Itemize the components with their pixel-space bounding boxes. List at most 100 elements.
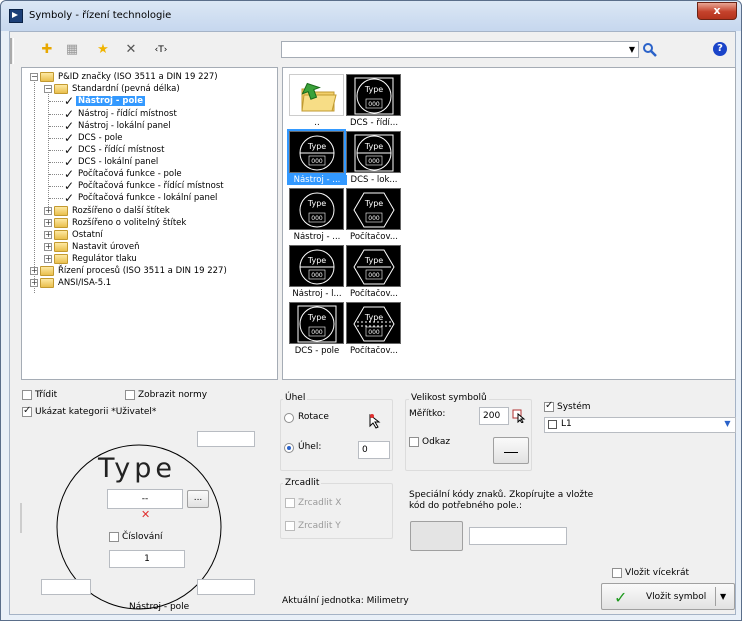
symbol-thumbnail[interactable]: Type 000 [287,129,346,175]
symbol-thumbnail[interactable]: Type 000 [346,188,401,230]
symbol-label[interactable]: Nástroj - ... [287,232,347,242]
numbering-checkbox[interactable] [109,532,119,542]
system-checkbox[interactable] [544,400,554,412]
browse-button[interactable]: ... [187,490,209,508]
show-category-checkbox[interactable] [22,405,32,417]
tree-item[interactable]: Nástroj - řídící místnost [78,108,177,120]
symbol-label[interactable]: .. [287,118,347,128]
insert-dropdown-icon[interactable]: ▼ [720,592,726,601]
tree-item[interactable]: Počítačová funkce - lokální panel [78,192,217,204]
tree-item[interactable]: DCS - lokální panel [78,156,158,168]
tree-root[interactable]: ANSI/ISA-5.1 [58,277,111,289]
collapse-icon[interactable]: − [30,73,38,81]
search-input[interactable] [281,41,639,58]
special-code-button[interactable] [410,521,463,551]
grid-icon[interactable]: ▦ [64,42,80,58]
svg-text:000: 000 [311,272,323,279]
add-symbol-icon[interactable]: ✚ [39,42,55,58]
symbol-label[interactable]: Nástroj - l... [287,289,347,299]
svg-text:Type: Type [364,313,383,322]
tree-item[interactable]: Počítačová funkce - pole [78,168,182,180]
numbering-value-field[interactable]: 1 [109,550,185,568]
tree-group[interactable]: Nastavit úroveň [72,241,140,253]
text-icon[interactable]: ‹T› [153,42,169,58]
collapse-icon[interactable]: − [44,85,52,93]
symbol-tree[interactable]: − P&ID značky (ISO 3511 a DIN 19 227) − … [21,67,278,380]
svg-text:000: 000 [311,215,323,222]
angle-title: Úhel [283,393,308,403]
symbol-thumbnail[interactable]: Type 000 [346,74,401,116]
symbol-thumbnail[interactable]: Type 000 [289,245,344,287]
symbol-label[interactable]: Počítačov... [344,232,404,242]
symbol-thumbnail[interactable]: Type 000 [346,302,401,344]
tree-node-standard[interactable]: Standardní (pevná délka) [72,83,180,95]
expand-icon[interactable]: + [44,219,52,227]
svg-text:Type: Type [307,142,326,151]
expand-icon[interactable]: + [44,255,52,263]
rotate-cursor-icon[interactable] [368,413,382,429]
toolbar-grip[interactable] [10,38,14,64]
expand-icon[interactable]: + [44,243,52,251]
folder-icon [54,206,68,216]
symbol-label[interactable]: Počítačov... [344,289,404,299]
tree-node-root[interactable]: P&ID značky (ISO 3511 a DIN 19 227) [58,71,218,83]
tree-group[interactable]: Rozšířeno o další štítek [72,205,170,217]
preview-field-bottom-right[interactable] [197,579,255,595]
favorite-star-icon[interactable]: ★ [95,42,111,58]
system-select[interactable]: L1 ▼ [544,417,736,433]
close-button[interactable]: x [697,2,737,20]
pick-scale-icon[interactable] [512,409,526,423]
search-icon[interactable] [642,42,658,58]
delete-icon[interactable]: ✕ [123,42,139,58]
tree-root[interactable]: Řízení procesů (ISO 3511 a DIN 19 227) [58,265,227,277]
title-bar[interactable]: Symboly - řízení technologie x [1,1,741,31]
tree-item[interactable]: Počítačová funkce - řídící místnost [78,180,224,192]
expand-icon[interactable]: + [30,279,38,287]
symbol-label[interactable]: DCS - lok... [344,175,404,185]
symbol-thumbnail[interactable]: Type 000 [346,131,401,173]
symbol-thumbnail[interactable]: Type 000 [289,188,344,230]
app-icon [9,9,23,23]
symbol-thumbnail[interactable]: Type 000 [346,245,401,287]
show-norms-checkbox[interactable] [125,390,135,400]
tree-item[interactable]: DCS - pole [78,132,123,144]
symbol-thumbnail[interactable]: Type 000 [289,302,344,344]
reference-line-button[interactable] [493,437,529,464]
tree-item[interactable]: DCS - řídící místnost [78,144,164,156]
system-dropdown-icon[interactable]: ▼ [722,419,733,431]
symbol-label[interactable]: Nástroj - ... [287,175,347,185]
expand-icon[interactable]: + [44,231,52,239]
folder-icon [40,278,54,288]
special-code-input[interactable] [469,527,567,545]
symbol-label[interactable]: DCS - řídí... [344,118,404,128]
expand-icon[interactable]: + [44,207,52,215]
mirror-x-checkbox[interactable] [285,498,295,508]
preview-field-bottom-left[interactable] [41,579,91,595]
search-dropdown-icon[interactable]: ▼ [626,42,638,57]
insert-symbol-button[interactable]: ✓ Vložit symbol ▼ [601,583,735,610]
scale-input[interactable]: 200 [479,407,509,425]
symbol-label[interactable]: DCS - pole [287,346,347,356]
mirror-y-checkbox[interactable] [285,521,295,531]
tree-group[interactable]: Regulátor tlaku [72,253,137,265]
angle-input[interactable]: 0 [358,441,390,459]
insert-multiple-checkbox[interactable] [612,568,622,578]
symbol-label[interactable]: Počítačov... [344,346,404,356]
show-category-label: Ukázat kategorii *Uživatel* [35,407,157,417]
svg-text:Type: Type [307,256,326,265]
rotation-radio[interactable] [284,413,294,423]
help-icon[interactable]: ? [713,42,727,56]
tree-group[interactable]: Ostatní [72,229,103,241]
tree-item[interactable]: Nástroj - lokální panel [78,120,171,132]
reference-checkbox[interactable] [409,437,419,447]
sort-checkbox[interactable] [22,390,32,400]
svg-text:Type: Type [364,142,383,151]
preview-value-field[interactable]: -- [107,489,183,509]
symbol-list[interactable]: .. Type 000 DCS - řídí... Type 000 Nástroj - .… [282,67,736,380]
angle-radio[interactable] [284,443,294,453]
folder-icon [54,230,68,240]
tree-item-selected[interactable]: Nástroj - pole [76,96,145,106]
tree-group[interactable]: Rozšířeno o volitelný štítek [72,217,186,229]
symbol-thumbnail[interactable] [289,74,344,116]
expand-icon[interactable]: + [30,267,38,275]
